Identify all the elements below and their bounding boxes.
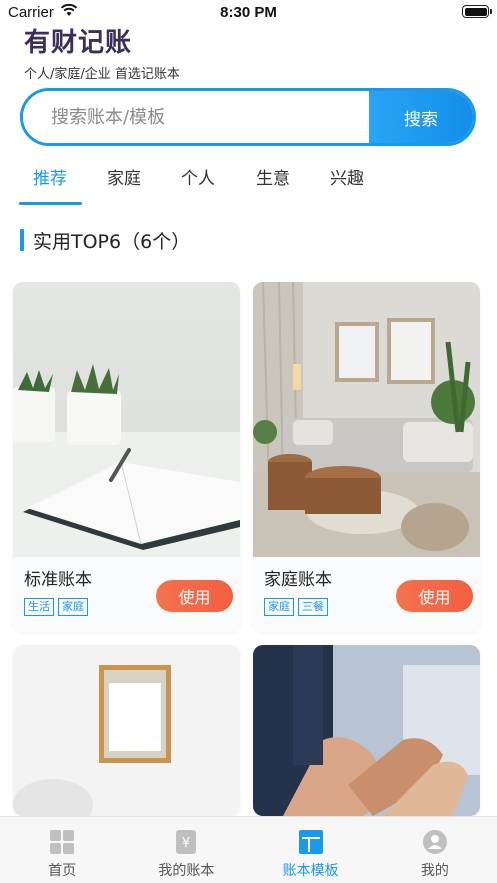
search-bar: 搜索: [20, 88, 476, 146]
tab-bar-templates[interactable]: 账本模板: [249, 817, 373, 883]
tab-bar-label: 我的: [420, 863, 449, 879]
ledger-icon: ¥: [176, 830, 197, 854]
template-card-family[interactable]: 家庭账本 家庭 三餐 使用: [253, 282, 480, 632]
tag: 家庭: [264, 598, 294, 616]
tab-bar-home[interactable]: 首页: [0, 817, 124, 883]
category-tabs: 推荐 家庭 个人 生意 兴趣: [0, 160, 497, 208]
battery-icon: [462, 5, 492, 18]
template-card-4-image: [253, 645, 480, 816]
tab-business[interactable]: 生意: [256, 164, 290, 189]
clock: 8:30 PM: [220, 4, 277, 21]
template-card-3[interactable]: [13, 645, 240, 816]
tab-bar-label: 我的账本: [158, 863, 215, 879]
search-input[interactable]: [23, 91, 369, 143]
app-subtitle: 个人/家庭/企业 首选记账本: [24, 67, 180, 82]
template-card-3-image: [13, 645, 240, 816]
search-button[interactable]: 搜索: [369, 91, 473, 143]
tab-recommended[interactable]: 推荐: [33, 164, 67, 189]
section-accent-bar: [20, 229, 24, 251]
use-button[interactable]: 使用: [396, 580, 473, 612]
template-card-standard[interactable]: 标准账本 生活 家庭 使用: [13, 282, 240, 632]
svg-text:¥: ¥: [182, 836, 190, 851]
tab-bar-label: 首页: [48, 863, 77, 879]
card-name: 家庭账本: [264, 570, 332, 590]
use-button[interactable]: 使用: [156, 580, 233, 612]
user-icon: [422, 830, 447, 854]
tag: 家庭: [58, 598, 88, 616]
template-icon: [298, 830, 323, 854]
active-tab-indicator: [19, 202, 82, 205]
grid-icon: [50, 830, 75, 854]
tab-personal[interactable]: 个人: [181, 164, 215, 189]
app-title: 有财记账: [24, 28, 133, 58]
template-card-4[interactable]: [253, 645, 480, 816]
standard-ledger-image: [13, 282, 240, 557]
tab-bar-my-ledgers[interactable]: ¥ 我的账本: [124, 817, 248, 883]
tab-interest[interactable]: 兴趣: [330, 164, 364, 189]
card-tags: 家庭 三餐: [264, 598, 328, 616]
tag: 生活: [24, 598, 54, 616]
card-tags: 生活 家庭: [24, 598, 88, 616]
tab-bar-label: 账本模板: [282, 863, 339, 879]
card-name: 标准账本: [24, 570, 92, 590]
tab-bar-profile[interactable]: 我的: [373, 817, 497, 883]
bottom-tab-bar: 首页 ¥ 我的账本 账本模板 我的: [0, 816, 497, 883]
tag: 三餐: [298, 598, 328, 616]
tab-family[interactable]: 家庭: [107, 164, 141, 189]
section-title: 实用TOP6（6个）: [33, 231, 191, 253]
family-ledger-image: [253, 282, 480, 557]
